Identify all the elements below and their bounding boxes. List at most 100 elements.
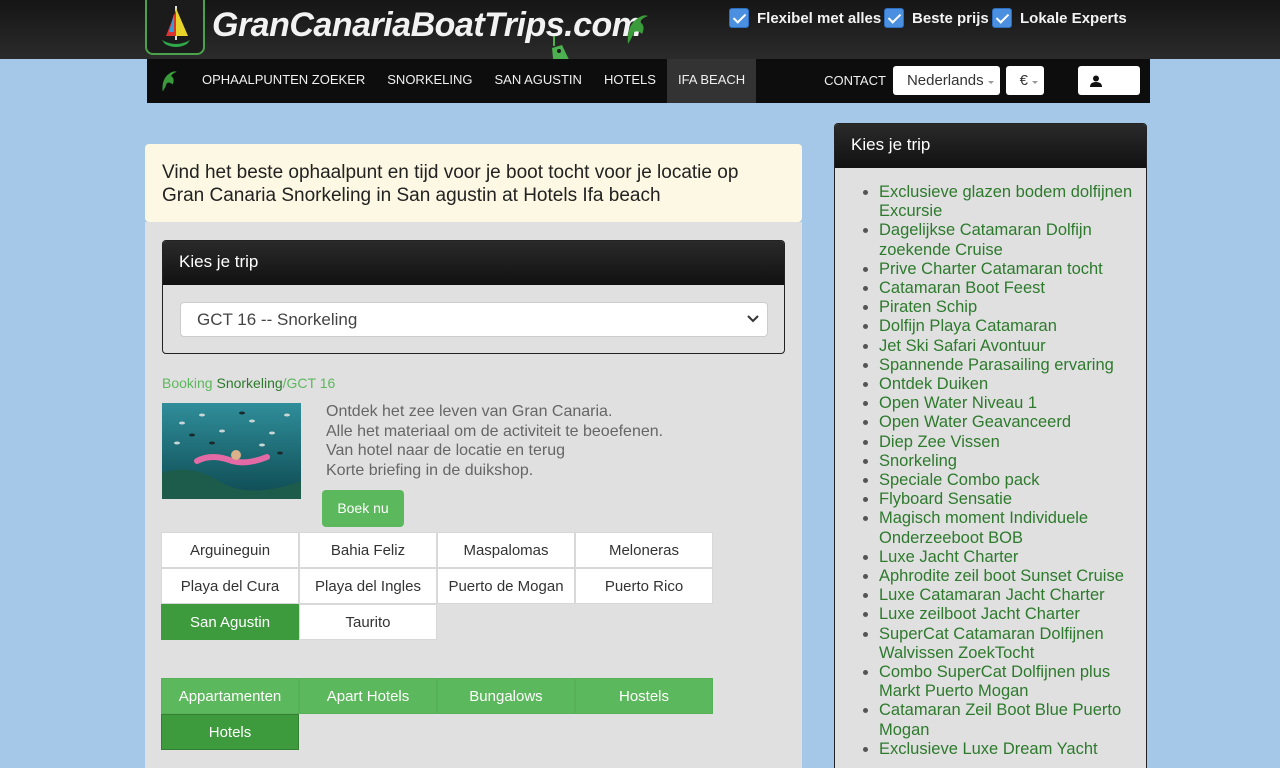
sidebar-trip-link[interactable]: Open Water Geavanceerd: [879, 413, 1071, 431]
location-puerto-rico[interactable]: Puerto Rico: [575, 568, 713, 604]
type-bungalows[interactable]: Bungalows: [437, 678, 575, 714]
sidebar-trip-link[interactable]: Catamaran Boot Feest: [879, 279, 1045, 297]
location-taurito[interactable]: Taurito: [299, 604, 437, 640]
sidebar-trip-link[interactable]: Ontdek Duiken: [879, 375, 988, 393]
sidebar-trip-link[interactable]: Diep Zee Vissen: [879, 433, 1000, 451]
sidebar-trip-link[interactable]: SuperCat Catamaran Dolfijnen Walvissen Z…: [879, 625, 1104, 662]
nav-snorkeling[interactable]: Snorkeling: [376, 59, 483, 103]
sidebar-trip-item: Luxe Catamaran Jacht Charter: [879, 586, 1146, 605]
sidebar-trip-link[interactable]: Piraten Schip: [879, 298, 977, 316]
main-content: Kies je trip GCT 16 -- Snorkeling Bookin…: [145, 222, 802, 768]
location-san-agustin[interactable]: San Agustin: [161, 604, 299, 640]
sidebar-trip-item: Flyboard Sensatie: [879, 490, 1146, 509]
location-maspalomas[interactable]: Maspalomas: [437, 532, 575, 568]
breadcrumb-code: /GCT 16: [282, 375, 336, 391]
sidebar-trip-link[interactable]: Luxe Jacht Charter: [879, 548, 1018, 566]
snorkeling-photo: [162, 403, 301, 499]
sidebar-trip-link[interactable]: Combo SuperCat Dolfijnen plus Markt Puer…: [879, 663, 1110, 700]
sidebar-trip-item: Open Water Niveau 1: [879, 394, 1146, 413]
sidebar-trip-link[interactable]: Aphrodite zeil boot Sunset Cruise: [879, 567, 1124, 585]
trust-label: Flexibel met alles: [757, 9, 882, 27]
sidebar-title: Kies je trip: [835, 124, 1146, 168]
logo-text[interactable]: GranCanariaBoatTrips.com: [212, 6, 642, 45]
currency-select[interactable]: €: [1005, 66, 1044, 95]
location-playa-del-ingles[interactable]: Playa del Ingles: [299, 568, 437, 604]
book-now-button[interactable]: Boek nu: [322, 490, 404, 527]
nav-ophaalpunten[interactable]: Ophaalpunten zoeker: [191, 59, 376, 103]
trust-label: Lokale Experts: [1020, 9, 1127, 27]
nav-right: CONTACT Nederlands €: [824, 66, 1140, 95]
sidebar-trip-item: Ontdek Duiken: [879, 375, 1146, 394]
type-hostels[interactable]: Hostels: [575, 678, 713, 714]
sidebar-trip-item: Open Water Geavanceerd: [879, 413, 1146, 432]
trip-select[interactable]: GCT 16 -- Snorkeling: [180, 302, 768, 337]
location-bahia-feliz[interactable]: Bahia Feliz: [299, 532, 437, 568]
type-appartamenten[interactable]: Appartamenten: [161, 678, 299, 714]
trust-experts: Lokale Experts: [992, 8, 1127, 28]
sidebar-trip-item: Prive Charter Catamaran tocht: [879, 260, 1146, 279]
breadcrumb-category[interactable]: Snorkeling: [216, 375, 282, 391]
sidebar-trip-link[interactable]: Dagelijkse Catamaran Dolfijn zoekende Cr…: [879, 221, 1092, 258]
top-header: GranCanariaBoatTrips.com Flexibel met al…: [0, 0, 1280, 72]
trip-select-value: GCT 16 -- Snorkeling: [197, 310, 358, 329]
sidebar-trip-link[interactable]: Exclusieve Luxe Dream Yacht: [879, 740, 1098, 758]
product-line: Korte briefing in de duikshop.: [326, 461, 534, 479]
sidebar-trip-link[interactable]: Flyboard Sensatie: [879, 490, 1012, 508]
sidebar-trip-link[interactable]: Jet Ski Safari Avontuur: [879, 337, 1046, 355]
sidebar-trip-link[interactable]: Exclusieve glazen bodem dolfijnen Excurs…: [879, 183, 1132, 220]
sidebar-trip-link[interactable]: Speciale Combo pack: [879, 471, 1040, 489]
sidebar-trip-item: Luxe zeilboot Jacht Charter: [879, 605, 1146, 624]
sidebar-trip-link[interactable]: Magisch moment Individuele Onderzeeboot …: [879, 509, 1088, 546]
home-dolphin-icon[interactable]: [147, 69, 191, 93]
trip-panel-title: Kies je trip: [163, 241, 784, 285]
nav-san-agustin[interactable]: San Agustin: [484, 59, 593, 103]
breadcrumb: Booking Snorkeling/GCT 16: [162, 375, 335, 391]
location-meloneras[interactable]: Meloneras: [575, 532, 713, 568]
type-apart-hotels[interactable]: Apart Hotels: [299, 678, 437, 714]
page-headline: Vind het beste ophaalpunt en tijd voor j…: [145, 144, 802, 222]
sidebar-trip-item: Jet Ski Safari Avontuur: [879, 337, 1146, 356]
user-button[interactable]: [1078, 66, 1140, 95]
sidebar-trip-item: Luxe Jacht Charter: [879, 548, 1146, 567]
sidebar-trip-link[interactable]: Open Water Niveau 1: [879, 394, 1037, 412]
sidebar-trip-item: Catamaran Boot Feest: [879, 279, 1146, 298]
main-navbar: Ophaalpunten zoeker Snorkeling San Agust…: [147, 59, 1150, 103]
sidebar-trip-panel: Kies je trip Exclusieve glazen bodem dol…: [834, 123, 1147, 768]
nav-hotels[interactable]: Hotels: [593, 59, 667, 103]
sidebar-trip-item: Aphrodite zeil boot Sunset Cruise: [879, 567, 1146, 586]
product-line: Van hotel naar de locatie en terug: [326, 442, 565, 459]
sidebar-trip-item: Snorkeling: [879, 452, 1146, 471]
trust-flexibel: Flexibel met alles: [729, 8, 881, 28]
trust-prijs: Beste prijs: [884, 8, 989, 28]
trip-panel: Kies je trip GCT 16 -- Snorkeling: [162, 240, 785, 354]
location-grid: Arguineguin Bahia Feliz Maspalomas Melon…: [161, 532, 714, 640]
sidebar-trip-item: Speciale Combo pack: [879, 471, 1146, 490]
sidebar-trip-item: Exclusieve glazen bodem dolfijnen Excurs…: [879, 183, 1146, 221]
sidebar-trip-item: Diep Zee Vissen: [879, 433, 1146, 452]
checkbox-icon: [992, 8, 1012, 28]
sidebar-trip-link[interactable]: Catamaran Zeil Boot Blue Puerto Mogan: [879, 701, 1121, 738]
nav-contact[interactable]: CONTACT: [824, 73, 886, 88]
sidebar-trip-link[interactable]: Luxe Catamaran Jacht Charter: [879, 586, 1105, 604]
location-puerto-de-mogan[interactable]: Puerto de Mogan: [437, 568, 575, 604]
sidebar-trip-link[interactable]: Luxe zeilboot Jacht Charter: [879, 605, 1080, 623]
logo-icon[interactable]: [145, 0, 205, 55]
user-icon: [1090, 75, 1102, 87]
language-select[interactable]: Nederlands: [892, 66, 1000, 95]
breadcrumb-booking[interactable]: Booking: [162, 375, 213, 391]
sidebar-trip-link[interactable]: Spannende Parasailing ervaring: [879, 356, 1114, 374]
sidebar-trip-link[interactable]: Snorkeling: [879, 452, 957, 470]
sidebar-trip-item: Combo SuperCat Dolfijnen plus Markt Puer…: [879, 663, 1146, 701]
location-arguineguin[interactable]: Arguineguin: [161, 532, 299, 568]
checkbox-icon: [884, 8, 904, 28]
nav-ifa-beach[interactable]: Ifa Beach: [666, 59, 757, 103]
type-hotels[interactable]: Hotels: [161, 714, 299, 750]
accommodation-type-grid: Appartamenten Apart Hotels Bungalows Hos…: [161, 678, 714, 750]
sidebar-trip-link[interactable]: Prive Charter Catamaran tocht: [879, 260, 1103, 278]
location-playa-del-cura[interactable]: Playa del Cura: [161, 568, 299, 604]
sidebar-trip-item: Spannende Parasailing ervaring: [879, 356, 1146, 375]
product-description: Ontdek het zee leven van Gran Canaria. A…: [326, 402, 663, 480]
dolphin-icon: [627, 15, 648, 45]
sidebar-trip-item: Exclusieve Luxe Dream Yacht: [879, 740, 1146, 759]
sidebar-trip-link[interactable]: Dolfijn Playa Catamaran: [879, 317, 1057, 335]
